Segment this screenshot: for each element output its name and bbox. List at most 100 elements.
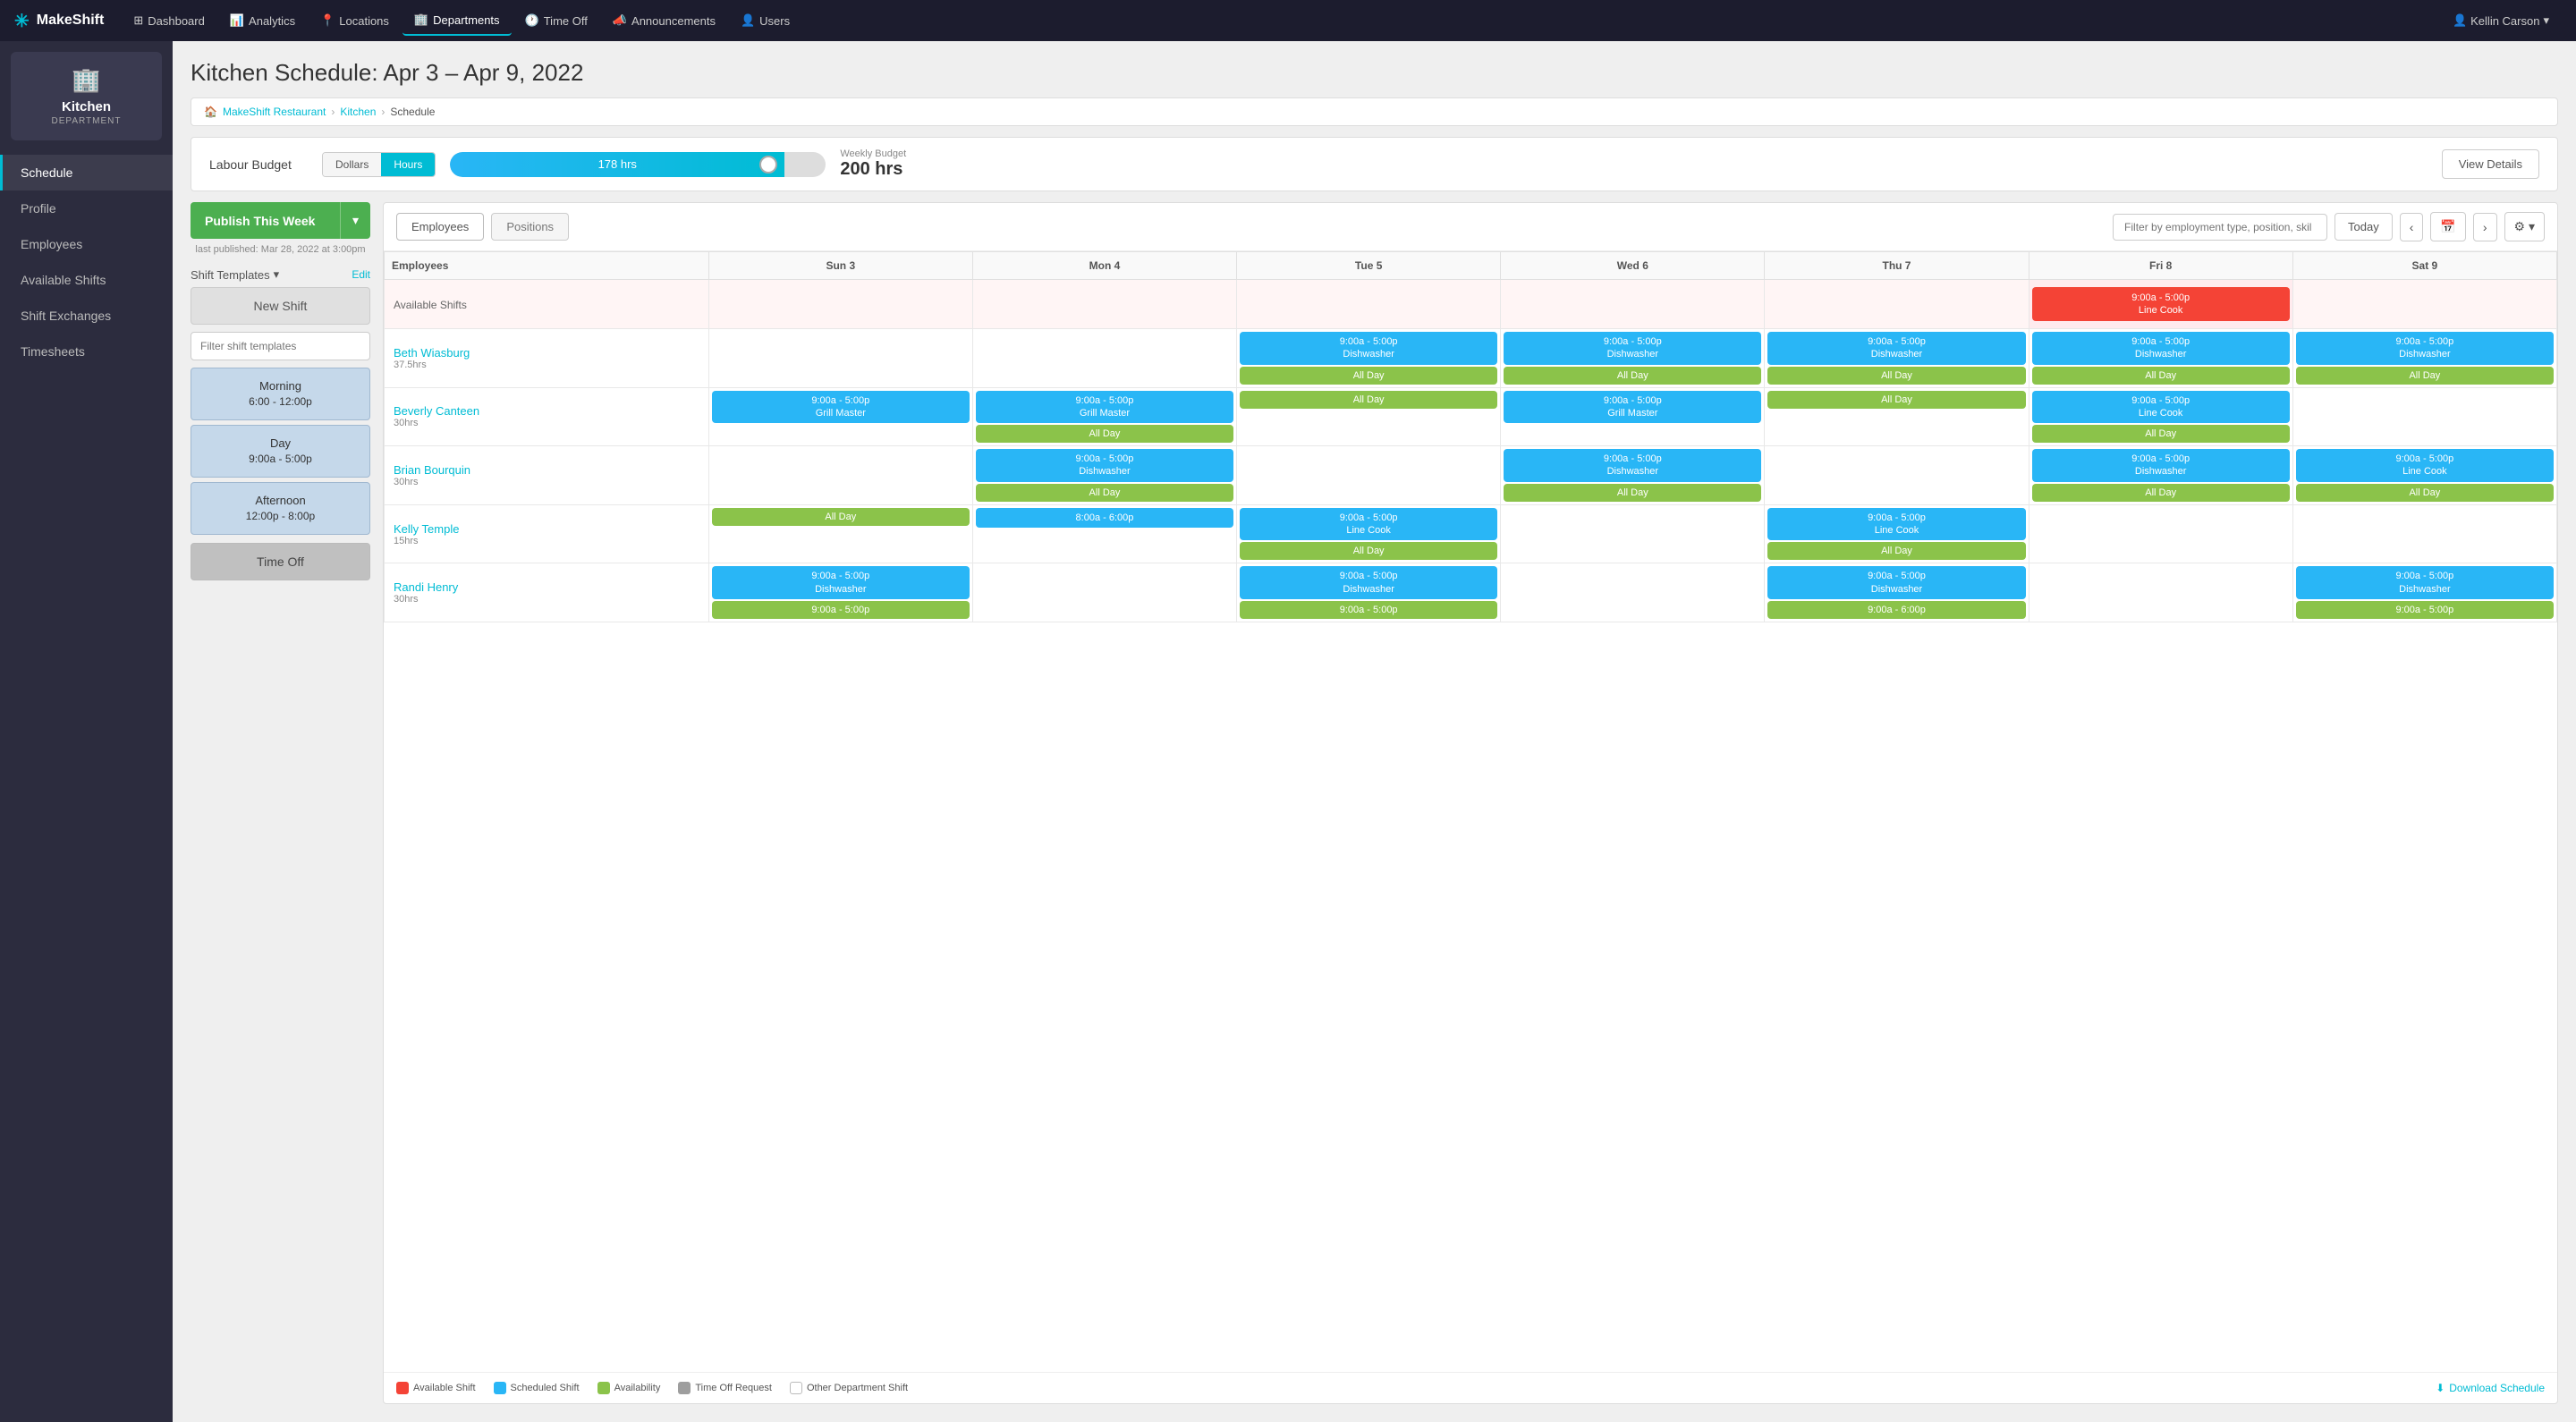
cell-brian-fri[interactable]: 9:00a - 5:00p Dishwasher All Day [2029,446,2292,505]
view-details-button[interactable]: View Details [2442,149,2539,179]
emp-name[interactable]: Randi Henry [394,580,699,594]
table-row: Randi Henry 30hrs 9:00a - 5:00p Dishwash… [385,563,2557,622]
cell-randi-tue[interactable]: 9:00a - 5:00p Dishwasher 9:00a - 5:00p [1237,563,1501,622]
emp-name[interactable]: Brian Bourquin [394,463,699,477]
cell-beth-sat[interactable]: 9:00a - 5:00p Dishwasher All Day [2292,329,2556,388]
cell-beverly-fri[interactable]: 9:00a - 5:00p Line Cook All Day [2029,387,2292,446]
edit-link[interactable]: Edit [352,268,370,281]
cell-kelly-tue[interactable]: 9:00a - 5:00p Line Cook All Day [1237,504,1501,563]
avail-sun[interactable] [708,280,972,329]
analytics-icon: 📊 [230,13,244,28]
emp-name[interactable]: Kelly Temple [394,522,699,536]
cell-kelly-sat[interactable] [2292,504,2556,563]
cell-beverly-wed[interactable]: 9:00a - 5:00p Grill Master [1501,387,1765,446]
calendar-button[interactable]: 📅 [2430,212,2465,241]
breadcrumb-dept-link[interactable]: Kitchen [340,106,376,118]
cell-brian-mon[interactable]: 9:00a - 5:00p Dishwasher All Day [972,446,1236,505]
cell-randi-wed[interactable] [1501,563,1765,622]
today-button[interactable]: Today [2334,213,2393,241]
sidebar-item-schedule[interactable]: Schedule [0,155,173,190]
cell-beverly-sat[interactable] [2292,387,2556,446]
avail-sat[interactable] [2292,280,2556,329]
table-row: Beverly Canteen 30hrs 9:00a - 5:00p Gril… [385,387,2557,446]
col-header-fri: Fri 8 [2029,252,2292,280]
cell-kelly-thu[interactable]: 9:00a - 5:00p Line Cook All Day [1765,504,2029,563]
nav-departments[interactable]: 🏢 Departments [402,5,512,36]
nav-dashboard[interactable]: ⊞ Dashboard [122,6,216,35]
template-day[interactable]: Day 9:00a - 5:00p [191,425,370,478]
new-shift-button[interactable]: New Shift [191,287,370,325]
publish-dropdown-arrow[interactable]: ▾ [340,202,370,239]
avail-shift-block[interactable]: 9:00a - 5:00p Line Cook [2032,287,2290,322]
cell-beverly-thu[interactable]: All Day [1765,387,2029,446]
avail-thu[interactable] [1765,280,2029,329]
cell-beth-mon[interactable] [972,329,1236,388]
dashboard-icon: ⊞ [133,13,143,28]
settings-button[interactable]: ⚙ ▾ [2504,212,2545,241]
breadcrumb-home-link[interactable]: MakeShift Restaurant [223,106,326,118]
schedule-filter-input[interactable] [2113,214,2327,241]
nav-analytics[interactable]: 📊 Analytics [218,6,307,35]
avail-wed[interactable] [1501,280,1765,329]
avail-mon[interactable] [972,280,1236,329]
publish-button[interactable]: Publish This Week [191,202,340,239]
cell-beth-fri[interactable]: 9:00a - 5:00p Dishwasher All Day [2029,329,2292,388]
cell-beth-wed[interactable]: 9:00a - 5:00p Dishwasher All Day [1501,329,1765,388]
emp-cell-beverly: Beverly Canteen 30hrs [385,387,709,446]
tab-employees[interactable]: Employees [396,213,484,241]
nav-locations[interactable]: 📍 Locations [309,6,401,35]
sidebar-item-shift-exchanges[interactable]: Shift Exchanges [0,298,173,334]
emp-name[interactable]: Beth Wiasburg [394,346,699,360]
filter-templates-input[interactable] [191,332,370,360]
sidebar-item-available-shifts[interactable]: Available Shifts [0,262,173,298]
avail-tue[interactable] [1237,280,1501,329]
cell-brian-thu[interactable] [1765,446,2029,505]
nav-timeoff[interactable]: 🕐 Time Off [513,6,599,35]
cell-brian-sat[interactable]: 9:00a - 5:00p Line Cook All Day [2292,446,2556,505]
cell-brian-sun[interactable] [708,446,972,505]
cell-brian-wed[interactable]: 9:00a - 5:00p Dishwasher All Day [1501,446,1765,505]
progress-knob[interactable] [759,156,777,174]
template-morning[interactable]: Morning 6:00 - 12:00p [191,368,370,420]
cell-beth-tue[interactable]: 9:00a - 5:00p Dishwasher All Day [1237,329,1501,388]
cell-beverly-mon[interactable]: 9:00a - 5:00p Grill Master All Day [972,387,1236,446]
cell-randi-thu[interactable]: 9:00a - 5:00p Dishwasher 9:00a - 6:00p [1765,563,2029,622]
cell-beth-thu[interactable]: 9:00a - 5:00p Dishwasher All Day [1765,329,2029,388]
download-schedule-link[interactable]: ⬇ Download Schedule [2436,1382,2545,1394]
cell-kelly-mon[interactable]: 8:00a - 6:00p [972,504,1236,563]
cell-randi-sat[interactable]: 9:00a - 5:00p Dishwasher 9:00a - 5:00p [2292,563,2556,622]
sidebar-item-timesheets[interactable]: Timesheets [0,334,173,369]
emp-name[interactable]: Beverly Canteen [394,404,699,418]
cell-kelly-wed[interactable] [1501,504,1765,563]
cell-beverly-tue[interactable]: All Day [1237,387,1501,446]
brand-name: MakeShift [37,13,105,29]
shift-templates-toggle[interactable]: Shift Templates ▾ [191,267,279,282]
cell-brian-tue[interactable] [1237,446,1501,505]
publish-btn-container: Publish This Week ▾ [191,202,370,239]
next-week-button[interactable]: › [2473,213,2497,241]
cell-beverly-sun[interactable]: 9:00a - 5:00p Grill Master [708,387,972,446]
progress-bar-fill: 178 hrs [450,152,784,177]
dollars-btn[interactable]: Dollars [323,153,381,176]
budget-btn-group: Dollars Hours [322,152,436,177]
legend-time-off-request: Time Off Request [678,1382,772,1394]
time-off-button[interactable]: Time Off [191,543,370,580]
cell-randi-sun[interactable]: 9:00a - 5:00p Dishwasher 9:00a - 5:00p [708,563,972,622]
breadcrumb-sep2: › [381,106,385,118]
cell-kelly-fri[interactable] [2029,504,2292,563]
hours-btn[interactable]: Hours [381,153,435,176]
user-menu[interactable]: 👤 Kellin Carson ▾ [2440,6,2562,35]
cell-kelly-sun[interactable]: All Day [708,504,972,563]
cell-randi-mon[interactable] [972,563,1236,622]
cell-randi-fri[interactable] [2029,563,2292,622]
legend-other-dept: Other Department Shift [790,1382,908,1394]
prev-week-button[interactable]: ‹ [2400,213,2424,241]
cell-beth-sun[interactable] [708,329,972,388]
sidebar-item-profile[interactable]: Profile [0,190,173,226]
nav-users[interactable]: 👤 Users [729,6,801,35]
sidebar-item-employees[interactable]: Employees [0,226,173,262]
template-afternoon[interactable]: Afternoon 12:00p - 8:00p [191,482,370,535]
nav-announcements[interactable]: 📣 Announcements [601,6,727,35]
avail-fri[interactable]: 9:00a - 5:00p Line Cook [2029,280,2292,329]
tab-positions[interactable]: Positions [491,213,569,241]
